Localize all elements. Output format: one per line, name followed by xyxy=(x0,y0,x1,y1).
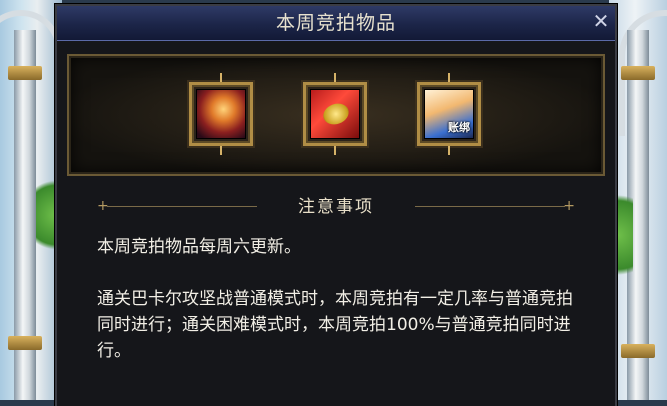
pillar-cap xyxy=(621,344,655,358)
pillar-cap xyxy=(621,66,655,80)
item-slot-orb[interactable] xyxy=(189,73,253,155)
item-slot-box[interactable]: 账绑 xyxy=(417,73,481,155)
gift-box-icon: 账绑 xyxy=(424,89,474,139)
notice-body: 本周竞拍物品每周六更新。 通关巴卡尔攻坚战普通模式时，本周竞拍有一定几率与普通竞… xyxy=(97,234,583,364)
plus-ornament-icon: + xyxy=(563,198,575,214)
pillar-cap xyxy=(8,336,42,350)
notice-title: 注意事项 xyxy=(298,197,374,217)
notice-header: + 注意事项 + xyxy=(97,194,575,220)
title-bar[interactable]: 本周竞拍物品 ✕ xyxy=(57,6,615,41)
pillar-cap xyxy=(8,66,42,80)
notice-paragraph: 本周竞拍物品每周六更新。 xyxy=(97,237,301,257)
gold-scroll-icon xyxy=(310,89,360,139)
orb-icon xyxy=(196,89,246,139)
item-slot-scroll[interactable] xyxy=(303,73,367,155)
gold-coin-icon xyxy=(320,100,352,128)
scenery-left xyxy=(0,0,76,400)
divider-right xyxy=(415,206,565,207)
account-bound-tag: 账绑 xyxy=(448,121,470,134)
dialog-title: 本周竞拍物品 xyxy=(275,12,396,34)
close-icon[interactable]: ✕ xyxy=(591,11,611,31)
scenery-right xyxy=(603,0,667,400)
auction-items-dialog: 本周竞拍物品 ✕ 账绑 + 注意事项 + 本周竞拍物品每周六更新。 通关巴卡尔攻… xyxy=(55,4,617,406)
reward-panel: 账绑 xyxy=(67,54,605,176)
notice-paragraph: 通关巴卡尔攻坚战普通模式时，本周竞拍有一定几率与普通竞拍同时进行；通关困难模式时… xyxy=(97,289,573,361)
